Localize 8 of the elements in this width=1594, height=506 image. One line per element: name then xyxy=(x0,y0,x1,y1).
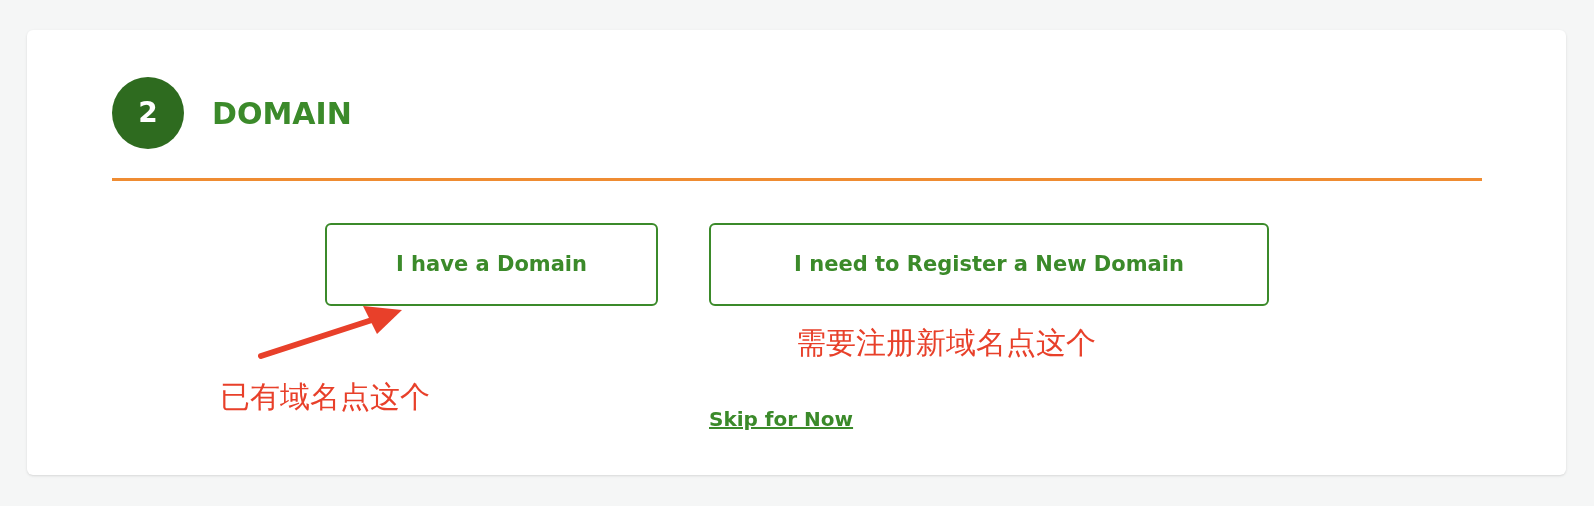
step-number: 2 xyxy=(112,77,184,149)
annotation-text: 已有域名点这个 xyxy=(220,378,430,416)
section-title: DOMAIN xyxy=(212,94,352,133)
annotation-text: 需要注册新域名点这个 xyxy=(796,324,1096,362)
option-button[interactable]: I need to Register a New Domain xyxy=(709,223,1269,306)
skip-link[interactable]: Skip for Now xyxy=(709,404,854,434)
option-button[interactable]: I have a Domain xyxy=(325,223,658,306)
arrow-icon xyxy=(258,306,402,359)
